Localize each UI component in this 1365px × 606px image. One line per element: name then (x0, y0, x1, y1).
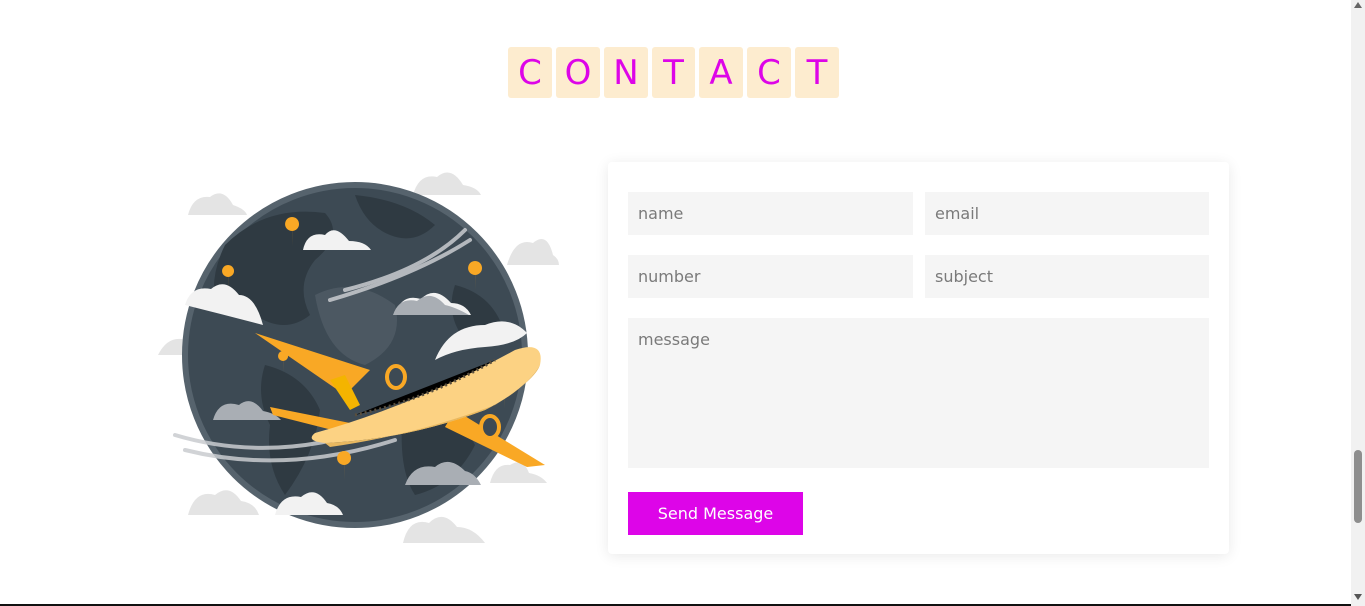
subject-input[interactable] (925, 255, 1209, 298)
heading-letter: O (556, 47, 600, 98)
vertical-scrollbar[interactable] (1351, 0, 1365, 606)
contact-section: C O N T A C T name email number subject … (0, 0, 1351, 604)
message-textarea[interactable] (628, 318, 1209, 468)
heading-letter: A (699, 47, 743, 98)
heading-letter: T (795, 47, 839, 98)
section-heading: C O N T A C T (508, 47, 839, 98)
scroll-down-arrow-icon[interactable] (1354, 594, 1362, 600)
heading-letter: T (652, 47, 695, 98)
scroll-up-arrow-icon[interactable] (1354, 2, 1362, 8)
airplane-globe-illustration (158, 172, 559, 543)
name-input[interactable] (628, 192, 913, 235)
heading-letter: C (747, 47, 791, 98)
contact-form: Send Message (608, 162, 1229, 554)
heading-letter: C (508, 47, 552, 98)
scrollbar-thumb[interactable] (1354, 450, 1362, 523)
send-message-button[interactable]: Send Message (628, 492, 803, 535)
heading-letter: N (604, 47, 648, 98)
email-input[interactable] (925, 192, 1209, 235)
number-input[interactable] (628, 255, 913, 298)
